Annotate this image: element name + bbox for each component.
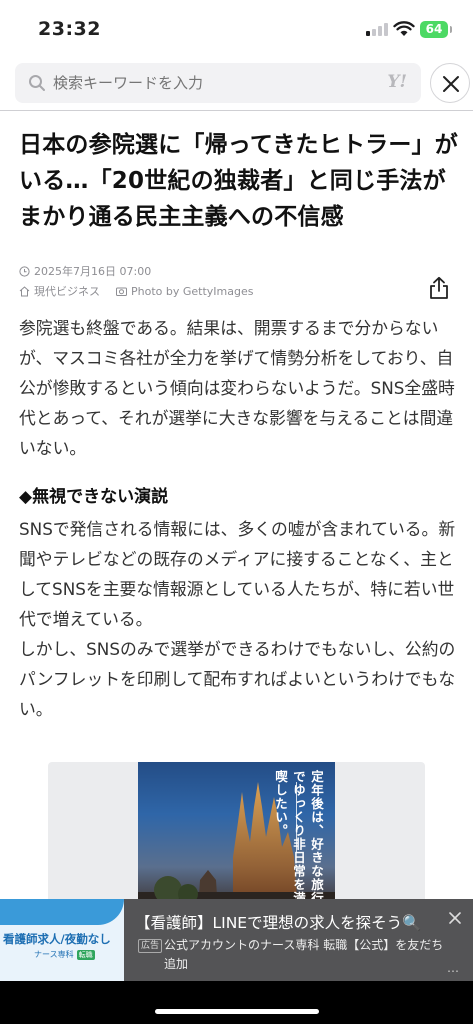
status-bar: 23:32 64 [0, 0, 473, 58]
camera-icon [116, 287, 127, 296]
header-divider [0, 110, 473, 111]
search-bar[interactable]: Y! [15, 63, 421, 103]
cellular-signal-icon [366, 23, 388, 36]
publisher-icon [19, 285, 30, 296]
home-indicator-area [0, 981, 473, 1024]
banner-thumbnail-swoosh [0, 899, 124, 925]
banner-thumbnail[interactable]: 看護師求人/夜勤なし ナース専科 転職 [0, 899, 124, 981]
banner-thumb-sub: ナース専科 転職 [34, 949, 95, 960]
banner-thumb-tag: 転職 [76, 950, 95, 960]
search-input[interactable] [53, 63, 373, 103]
banner-close-icon[interactable] [447, 910, 463, 926]
home-indicator[interactable] [155, 1009, 319, 1014]
banner-more-icon[interactable]: … [447, 961, 460, 975]
wifi-icon [393, 21, 415, 36]
ad-label-badge: 広告 [138, 939, 163, 953]
photo-credit-text: Photo by GettyImages [131, 284, 254, 298]
battery-icon: 64 [420, 21, 452, 38]
article-paragraph-part: SNSで発信される情報には、多くの嘘が含まれている。新聞やテレビなどの既存のメデ… [19, 519, 456, 629]
article-source-row: 現代ビジネス Photo by GettyImages [19, 283, 253, 299]
bottom-banner-ad[interactable]: 看護師求人/夜勤なし ナース専科 転職 【看護師】LINEで理想の求人を探そう🔍 … [0, 899, 473, 981]
photo-credit: Photo by GettyImages [116, 285, 253, 298]
inline-ad-image[interactable]: 定年後は、好きな旅行でゆっくり非日常を満喫したい。 [138, 762, 335, 912]
inline-ad-text: 定年後は、好きな旅行でゆっくり非日常を満喫したい。 [273, 770, 324, 905]
article-date-row: 2025年7月16日 07:00 [19, 263, 151, 279]
clock-icon [19, 265, 30, 277]
yahoo-logo: Y! [387, 72, 407, 92]
article-paragraph-part: しかし、SNSのみで選挙ができるわけでもないし、公約のパンフレットを印刷して配布… [19, 639, 456, 719]
section-heading: ◆無視できない演説 [19, 487, 169, 507]
article-source[interactable]: 現代ビジネス [34, 283, 100, 299]
share-icon[interactable] [428, 276, 450, 300]
article-title: 日本の参院選に「帰ってきたヒトラー」がいる…「20世紀の独裁者」と同じ手法がまか… [19, 132, 458, 230]
close-icon [443, 76, 459, 92]
banner-description[interactable]: 公式アカウントのナース専科 転職【公式】を友だち追加 [164, 936, 454, 974]
article-date: 2025年7月16日 07:00 [34, 265, 152, 278]
banner-thumb-title: 看護師求人/夜勤なし [3, 932, 111, 946]
banner-thumb-brand: ナース専科 [34, 950, 74, 959]
status-time: 23:32 [38, 18, 101, 40]
search-icon [29, 75, 45, 91]
article-paragraph: 参院選も終盤である。結果は、開票するまで分からないが、マスコミ各社が全力を挙げて… [19, 318, 455, 458]
article-paragraph: SNSで発信される情報には、多くの嘘が含まれている。新聞やテレビなどの既存のメデ… [19, 514, 459, 724]
banner-title[interactable]: 【看護師】LINEで理想の求人を探そう🔍 [135, 911, 421, 933]
close-button[interactable] [430, 63, 470, 103]
